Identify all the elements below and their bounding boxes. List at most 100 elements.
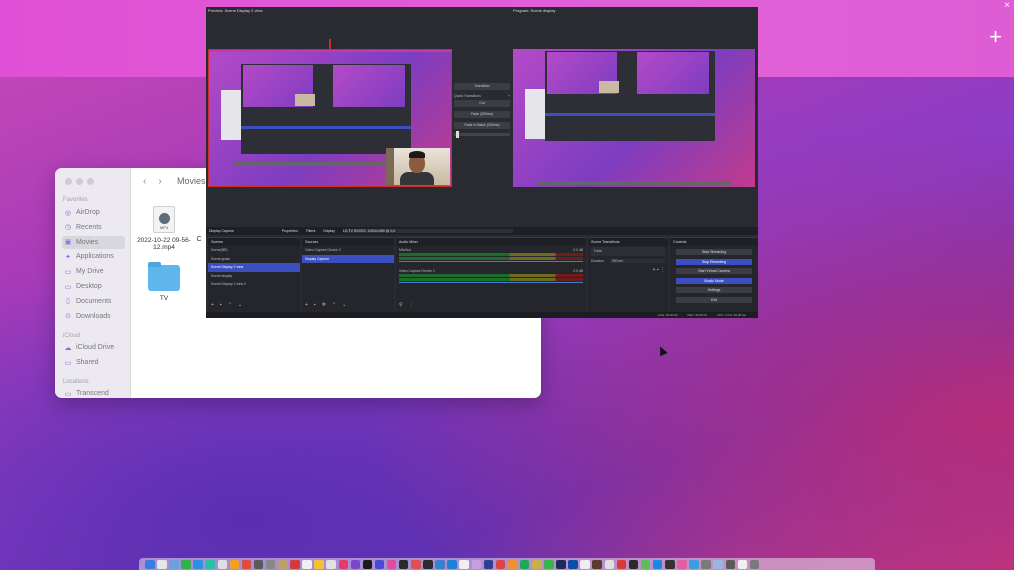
scene-item[interactable]: Scene Display 2 view — [208, 263, 300, 272]
dock-app-icon[interactable] — [278, 559, 288, 569]
dock-app-icon[interactable] — [290, 559, 300, 569]
dock-app-icon[interactable] — [314, 559, 324, 569]
stop-recording-button[interactable]: Stop Recording — [676, 258, 752, 265]
up-icon[interactable]: ⌃ — [332, 302, 336, 308]
dock-app-icon[interactable] — [628, 559, 639, 569]
file-item-mp4[interactable]: MP4 2022-10-22 09-56-12.mp4 — [137, 206, 191, 251]
minimize-window-button[interactable] — [76, 178, 83, 185]
dock-app-icon[interactable] — [640, 559, 651, 569]
start-streaming-button[interactable]: Start Streaming — [676, 249, 752, 255]
dock-app-icon[interactable] — [350, 559, 361, 569]
dock-app-icon[interactable] — [677, 559, 687, 569]
dock-app-icon[interactable] — [193, 559, 203, 569]
dock-app-icon[interactable] — [519, 559, 530, 569]
dock-app-icon[interactable] — [362, 559, 373, 569]
dock-app-icon[interactable] — [665, 559, 675, 569]
dock-app-icon[interactable] — [592, 559, 602, 569]
source-item[interactable]: Video Capture Device 2 — [302, 246, 394, 255]
fade-button[interactable]: Fade (300ms) — [454, 111, 510, 118]
transition-type-select[interactable]: Fade — [591, 247, 665, 256]
sidebar-item-my-drive[interactable]: ▭ My Drive — [62, 265, 125, 278]
down-icon[interactable]: ⌄ — [342, 302, 346, 308]
up-icon[interactable]: ⌃ — [228, 302, 232, 308]
dock-app-icon[interactable] — [398, 559, 409, 569]
dock-app-icon[interactable] — [338, 559, 348, 569]
add-icon[interactable]: + — [211, 302, 214, 308]
dock-app-icon[interactable] — [604, 559, 615, 569]
volume-slider[interactable] — [399, 282, 583, 283]
duration-input[interactable]: 300 ms — [609, 258, 665, 263]
preview-canvas[interactable] — [208, 49, 452, 187]
add-icon[interactable]: + — [305, 302, 308, 308]
dock-app-icon[interactable] — [229, 559, 240, 569]
close-icon[interactable]: × — [1004, 0, 1010, 11]
dock-app-icon[interactable] — [326, 559, 336, 569]
scene-item[interactable]: Scene Display 2 view 2 — [208, 280, 300, 289]
tbar-slider[interactable] — [454, 131, 510, 138]
link-icon[interactable]: ⚲ — [399, 302, 403, 308]
dock-app-icon[interactable] — [652, 559, 663, 569]
menu-icon[interactable]: ⋮ — [409, 302, 414, 308]
dock-app-icon[interactable] — [725, 559, 735, 569]
studio-mode-button[interactable]: Studio Mode — [676, 277, 752, 284]
file-item-partial[interactable]: C — [192, 236, 206, 243]
dock-app-icon[interactable] — [495, 559, 506, 569]
sidebar-item-documents[interactable]: ▯ Documents — [62, 295, 125, 308]
dock-app-icon[interactable] — [713, 559, 723, 569]
sidebar-item-transcend[interactable]: ▭ Transcend — [62, 387, 125, 398]
scene-item[interactable]: Scene grass — [208, 255, 300, 264]
dock-app-icon[interactable] — [507, 559, 518, 569]
settings-button[interactable]: Settings — [676, 287, 752, 293]
dock-app-icon[interactable] — [580, 559, 590, 569]
dock-app-icon[interactable] — [205, 559, 215, 569]
down-icon[interactable]: ⌄ — [238, 302, 242, 308]
zoom-window-button[interactable] — [87, 178, 94, 185]
dock-app-icon[interactable] — [447, 559, 457, 569]
trash-icon[interactable]: ▪ — [220, 302, 222, 308]
trash-icon[interactable]: ▪ — [314, 302, 316, 308]
sidebar-item-icloud-drive[interactable]: ☁ iCloud Drive — [62, 341, 125, 354]
back-button[interactable]: ‹ — [143, 176, 146, 187]
add-transition-icon[interactable]: + — [508, 94, 510, 98]
dock-app-icon[interactable] — [701, 559, 711, 569]
transition-actions[interactable]: + ▪ ⋮ — [588, 265, 668, 274]
dock-app-icon[interactable] — [532, 559, 542, 569]
dock-app-icon[interactable] — [483, 559, 494, 569]
sidebar-item-movies[interactable]: ▣ Movies — [62, 235, 125, 249]
dock-app-icon[interactable] — [145, 559, 155, 569]
source-item[interactable]: Display Capture — [302, 254, 394, 263]
plus-icon[interactable]: + — [989, 26, 1002, 48]
dock-app-icon[interactable] — [181, 559, 191, 569]
sidebar-item-shared[interactable]: ▭ Shared — [62, 356, 125, 369]
display-select[interactable]: LG TV SSCR2: 1920x1080 @ 0,0 — [342, 229, 513, 233]
close-window-button[interactable] — [65, 178, 72, 185]
filters-button[interactable]: Filters — [306, 229, 316, 233]
dock-app-icon[interactable] — [157, 559, 167, 569]
gear-icon[interactable]: ✲ — [322, 302, 326, 308]
scene-item[interactable]: Scene(BR) — [208, 246, 300, 255]
fade-to-black-button[interactable]: Fade to Black (300ms) — [454, 122, 510, 129]
dock-app-icon[interactable] — [459, 559, 469, 569]
sidebar-item-applications[interactable]: ✦ Applications — [62, 250, 125, 263]
dock-app-icon[interactable] — [737, 559, 748, 569]
sidebar-item-airdrop[interactable]: ◎ AirDrop — [62, 206, 125, 219]
dock-app-icon[interactable] — [374, 559, 385, 569]
webcam-source[interactable] — [386, 148, 450, 185]
cut-button[interactable]: Cut — [454, 100, 510, 107]
dock-app-icon[interactable] — [169, 559, 179, 569]
transition-button[interactable]: Transition — [454, 83, 510, 90]
folder-item-tv[interactable]: TV — [137, 262, 191, 302]
forward-button[interactable]: › — [158, 176, 161, 187]
sidebar-item-downloads[interactable]: ⊙ Downloads — [62, 310, 125, 323]
dock-app-icon[interactable] — [471, 559, 482, 569]
dock-app-icon[interactable] — [435, 559, 445, 569]
dock-app-icon[interactable] — [616, 559, 627, 569]
dock-app-icon[interactable] — [241, 559, 252, 569]
dock-app-icon[interactable] — [265, 559, 276, 569]
dock-app-icon[interactable] — [423, 559, 433, 569]
dock-app-icon[interactable] — [568, 559, 578, 569]
start-virtual-camera-button[interactable]: Start Virtual Camera — [676, 268, 752, 274]
dock-app-icon[interactable] — [253, 559, 264, 569]
dock-app-icon[interactable] — [302, 559, 312, 569]
sidebar-item-recents[interactable]: ◷ Recents — [62, 221, 125, 234]
